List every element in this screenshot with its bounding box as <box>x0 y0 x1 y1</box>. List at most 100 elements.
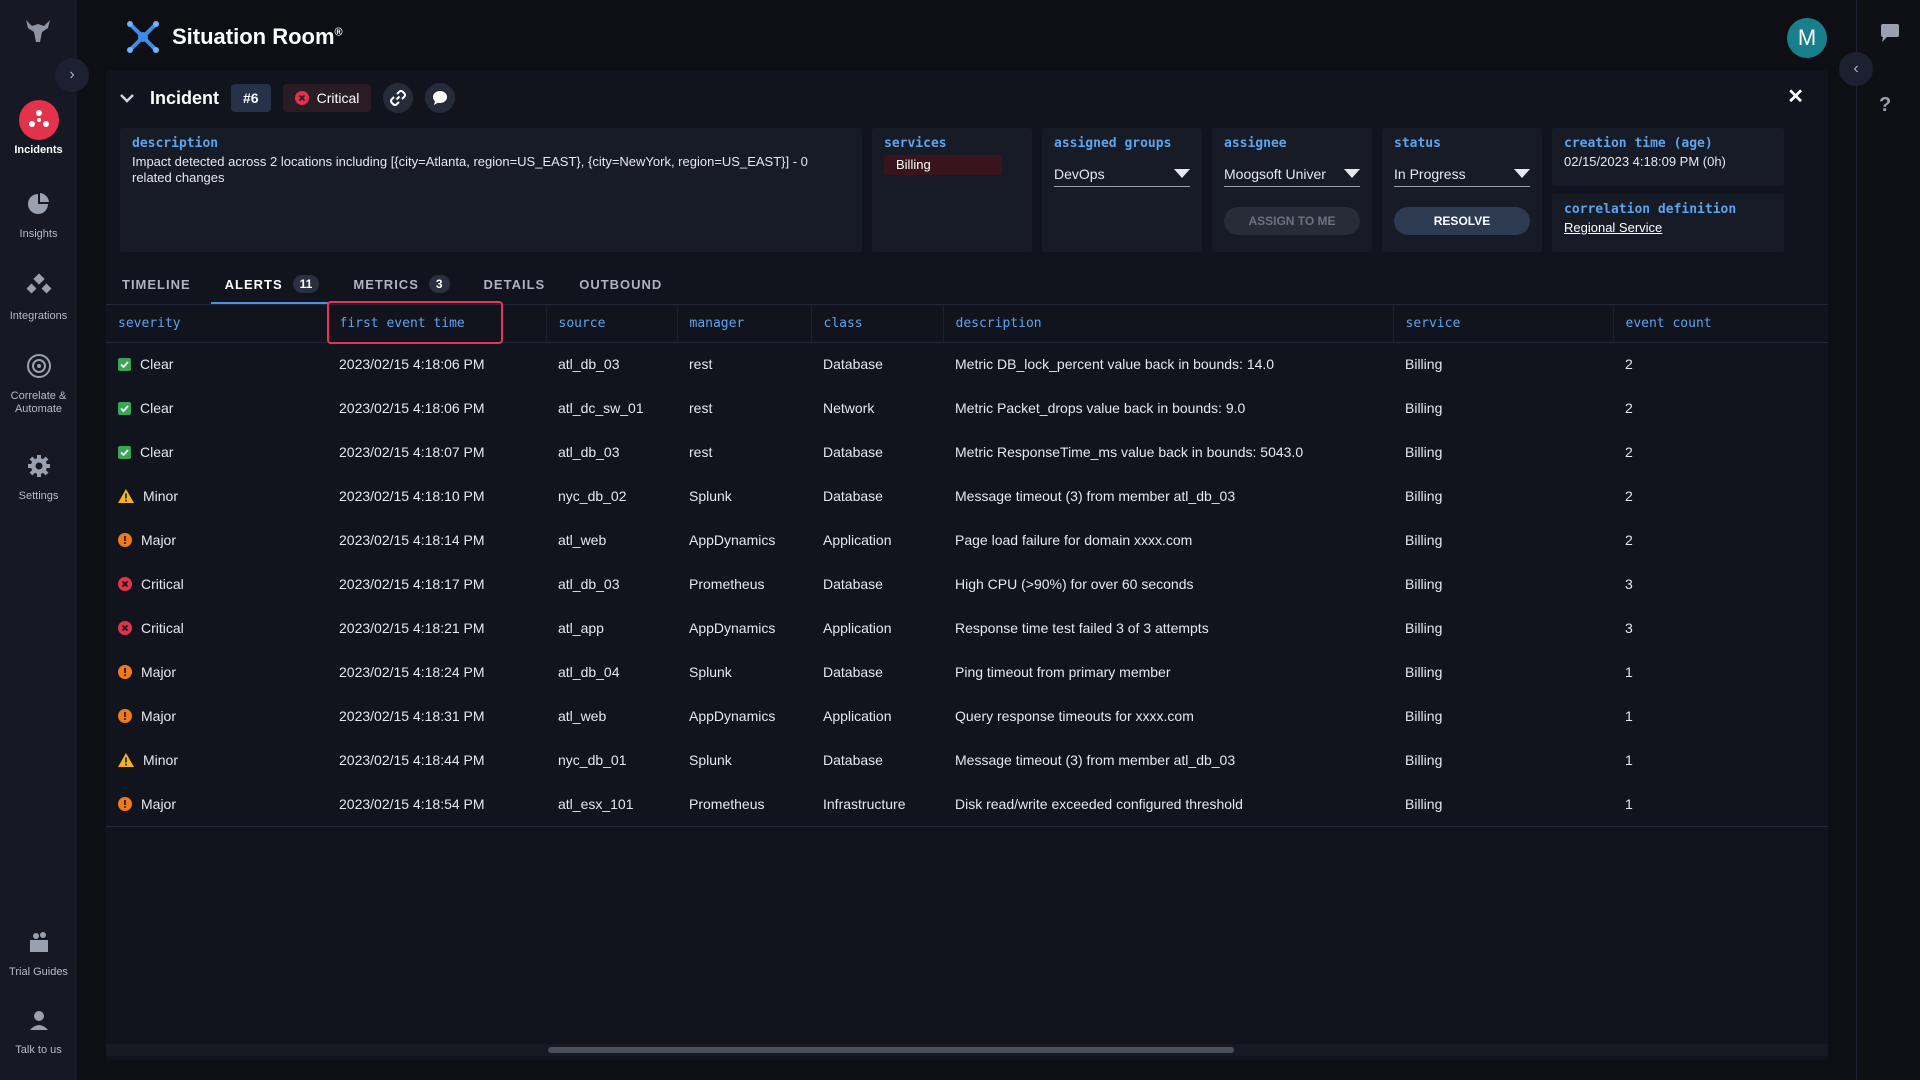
collapse-panel-button[interactable]: ‹ <box>1839 52 1873 86</box>
cell-class: Network <box>823 400 875 416</box>
assignee-select[interactable]: Moogsoft Univer <box>1224 161 1360 187</box>
col-severity[interactable]: severity <box>106 306 328 343</box>
tab-outbound[interactable]: OUTBOUND <box>579 268 662 300</box>
table-row[interactable]: Clear 2023/02/15 4:18:07 PM atl_db_03 rest D… <box>106 430 1828 474</box>
tab-alerts[interactable]: ALERTS 11 <box>210 268 330 304</box>
col-manager[interactable]: manager <box>677 306 812 343</box>
close-icon[interactable]: ✕ <box>1787 84 1804 109</box>
table-row[interactable]: Major 2023/02/15 4:18:14 PM atl_web AppDyna… <box>106 518 1828 562</box>
table-row[interactable]: Major 2023/02/15 4:18:54 PM atl_esx_101 Pro… <box>106 782 1828 827</box>
nav-integrations[interactable]: Integrations <box>0 266 77 323</box>
link-button[interactable] <box>383 83 414 113</box>
cell-service: Billing <box>1405 620 1443 636</box>
critical-icon <box>294 91 309 105</box>
tab-count-badge: 11 <box>292 275 320 293</box>
cell-event-count: 2 <box>1625 532 1633 548</box>
chat-icon[interactable] <box>1879 22 1901 44</box>
situation-room-logo-icon <box>127 21 159 53</box>
caret-down-icon <box>1174 169 1190 178</box>
nav-label: Trial Guides <box>9 966 68 978</box>
cell-service: Billing <box>1405 488 1443 504</box>
col-event-count[interactable]: event count <box>1613 306 1828 343</box>
cell-description: Metric ResponseTime_ms value back in bou… <box>955 444 1304 460</box>
major-severity-icon <box>118 533 132 547</box>
assign-to-me-button[interactable]: ASSIGN TO ME <box>1224 207 1360 235</box>
nav-settings[interactable]: Settings <box>0 446 77 503</box>
cell-manager: AppDynamics <box>689 620 776 636</box>
tab-metrics[interactable]: METRICS 3 <box>353 268 450 300</box>
tab-count-badge: 3 <box>428 275 450 293</box>
nav-incidents[interactable]: Incidents <box>0 100 77 157</box>
col-description[interactable]: description <box>943 306 1394 343</box>
correlation-link[interactable]: Regional Service <box>1564 220 1772 235</box>
cell-description: Metric DB_lock_percent value back in bou… <box>955 356 1275 373</box>
resolve-button[interactable]: RESOLVE <box>1394 207 1530 235</box>
expand-nav-button[interactable]: › <box>55 58 89 92</box>
cell-source: atl_db_03 <box>558 444 620 460</box>
scrollbar-thumb[interactable] <box>548 1047 1234 1053</box>
comment-button[interactable] <box>425 83 456 113</box>
caret-down-icon <box>1514 169 1530 178</box>
cell-event-count: 2 <box>1625 488 1633 504</box>
table-row[interactable]: Major 2023/02/15 4:18:24 PM atl_db_04 Splun… <box>106 650 1828 694</box>
cell-class: Application <box>823 532 892 548</box>
moose-logo-icon[interactable] <box>22 16 54 44</box>
nav-talk-to-us[interactable]: Talk to us <box>0 1000 77 1057</box>
cell-event-count: 2 <box>1625 444 1633 460</box>
avatar[interactable]: M <box>1787 18 1827 58</box>
chevron-down-icon[interactable] <box>120 90 134 106</box>
cell-manager: rest <box>689 444 713 460</box>
chevron-right-icon: › <box>69 66 75 83</box>
assigned-groups-select[interactable]: DevOps <box>1054 161 1190 187</box>
cell-event-count: 3 <box>1625 576 1633 592</box>
services-card: services Billing <box>872 128 1032 252</box>
nav-label: Incidents <box>14 144 63 156</box>
table-row[interactable]: Minor 2023/02/15 4:18:44 PM nyc_db_01 Splun… <box>106 738 1828 782</box>
nav-label: Settings <box>18 490 59 502</box>
cell-event-count: 2 <box>1625 356 1633 373</box>
tab-timeline[interactable]: TIMELINE <box>122 268 191 300</box>
nav-label: Talk to us <box>15 1044 62 1056</box>
horizontal-scrollbar[interactable] <box>106 1044 1828 1056</box>
col-source[interactable]: source <box>546 306 678 343</box>
cell-description: High CPU (>90%) for over 60 seconds <box>955 576 1194 592</box>
nav-trial-guides[interactable]: Trial Guides <box>0 922 77 979</box>
cell-severity: Major <box>106 650 327 694</box>
nav-correlate[interactable]: Correlate & Automate <box>0 346 77 416</box>
nav-insights[interactable]: Insights <box>0 184 77 241</box>
cell-severity: Clear <box>106 386 327 430</box>
minor-severity-icon <box>118 753 134 767</box>
services-label: services <box>884 136 947 151</box>
cell-description: Query response timeouts for xxxx.com <box>955 708 1194 724</box>
right-strip: ‹ ? <box>1839 0 1920 1080</box>
col-service[interactable]: service <box>1393 306 1614 343</box>
cell-first-event-time: 2023/02/15 4:18:17 PM <box>339 576 485 592</box>
cell-source: nyc_db_02 <box>558 488 627 504</box>
table-row[interactable]: Critical 2023/02/15 4:18:21 PM atl_app AppD… <box>106 606 1828 650</box>
col-class[interactable]: class <box>811 306 944 343</box>
table-row[interactable]: Critical 2023/02/15 4:18:17 PM atl_db_03 Pr… <box>106 562 1828 606</box>
help-icon[interactable]: ? <box>1879 94 1891 117</box>
cell-severity: Major <box>106 518 327 562</box>
cell-class: Application <box>823 620 892 636</box>
table-row[interactable]: Clear 2023/02/15 4:18:06 PM atl_dc_sw_01 re… <box>106 386 1828 430</box>
status-card: status In Progress RESOLVE <box>1382 128 1542 252</box>
cell-service: Billing <box>1405 400 1443 416</box>
tab-details[interactable]: DETAILS <box>484 268 546 300</box>
cell-service: Billing <box>1405 444 1443 460</box>
clear-severity-icon <box>118 445 131 459</box>
status-select[interactable]: In Progress <box>1394 161 1530 187</box>
cell-event-count: 1 <box>1625 664 1633 680</box>
tab-bar: TIMELINE ALERTS 11 METRICS 3 DETAILS OUTBO… <box>122 268 662 304</box>
column-highlight <box>327 301 503 344</box>
creation-time-value: 02/15/2023 4:18:09 PM (0h) <box>1564 154 1726 169</box>
table-row[interactable]: Clear 2023/02/15 4:18:06 PM atl_db_03 rest D… <box>106 342 1828 386</box>
cell-description: Ping timeout from primary member <box>955 664 1171 680</box>
table-row[interactable]: Minor 2023/02/15 4:18:10 PM nyc_db_02 Splun… <box>106 474 1828 518</box>
comment-icon <box>433 91 448 105</box>
cell-severity: Clear <box>106 342 327 386</box>
table-row[interactable]: Major 2023/02/15 4:18:31 PM atl_web AppDyna… <box>106 694 1828 738</box>
cell-event-count: 2 <box>1625 400 1633 416</box>
service-chip[interactable]: Billing <box>884 155 1002 175</box>
talk-icon <box>19 1000 59 1040</box>
